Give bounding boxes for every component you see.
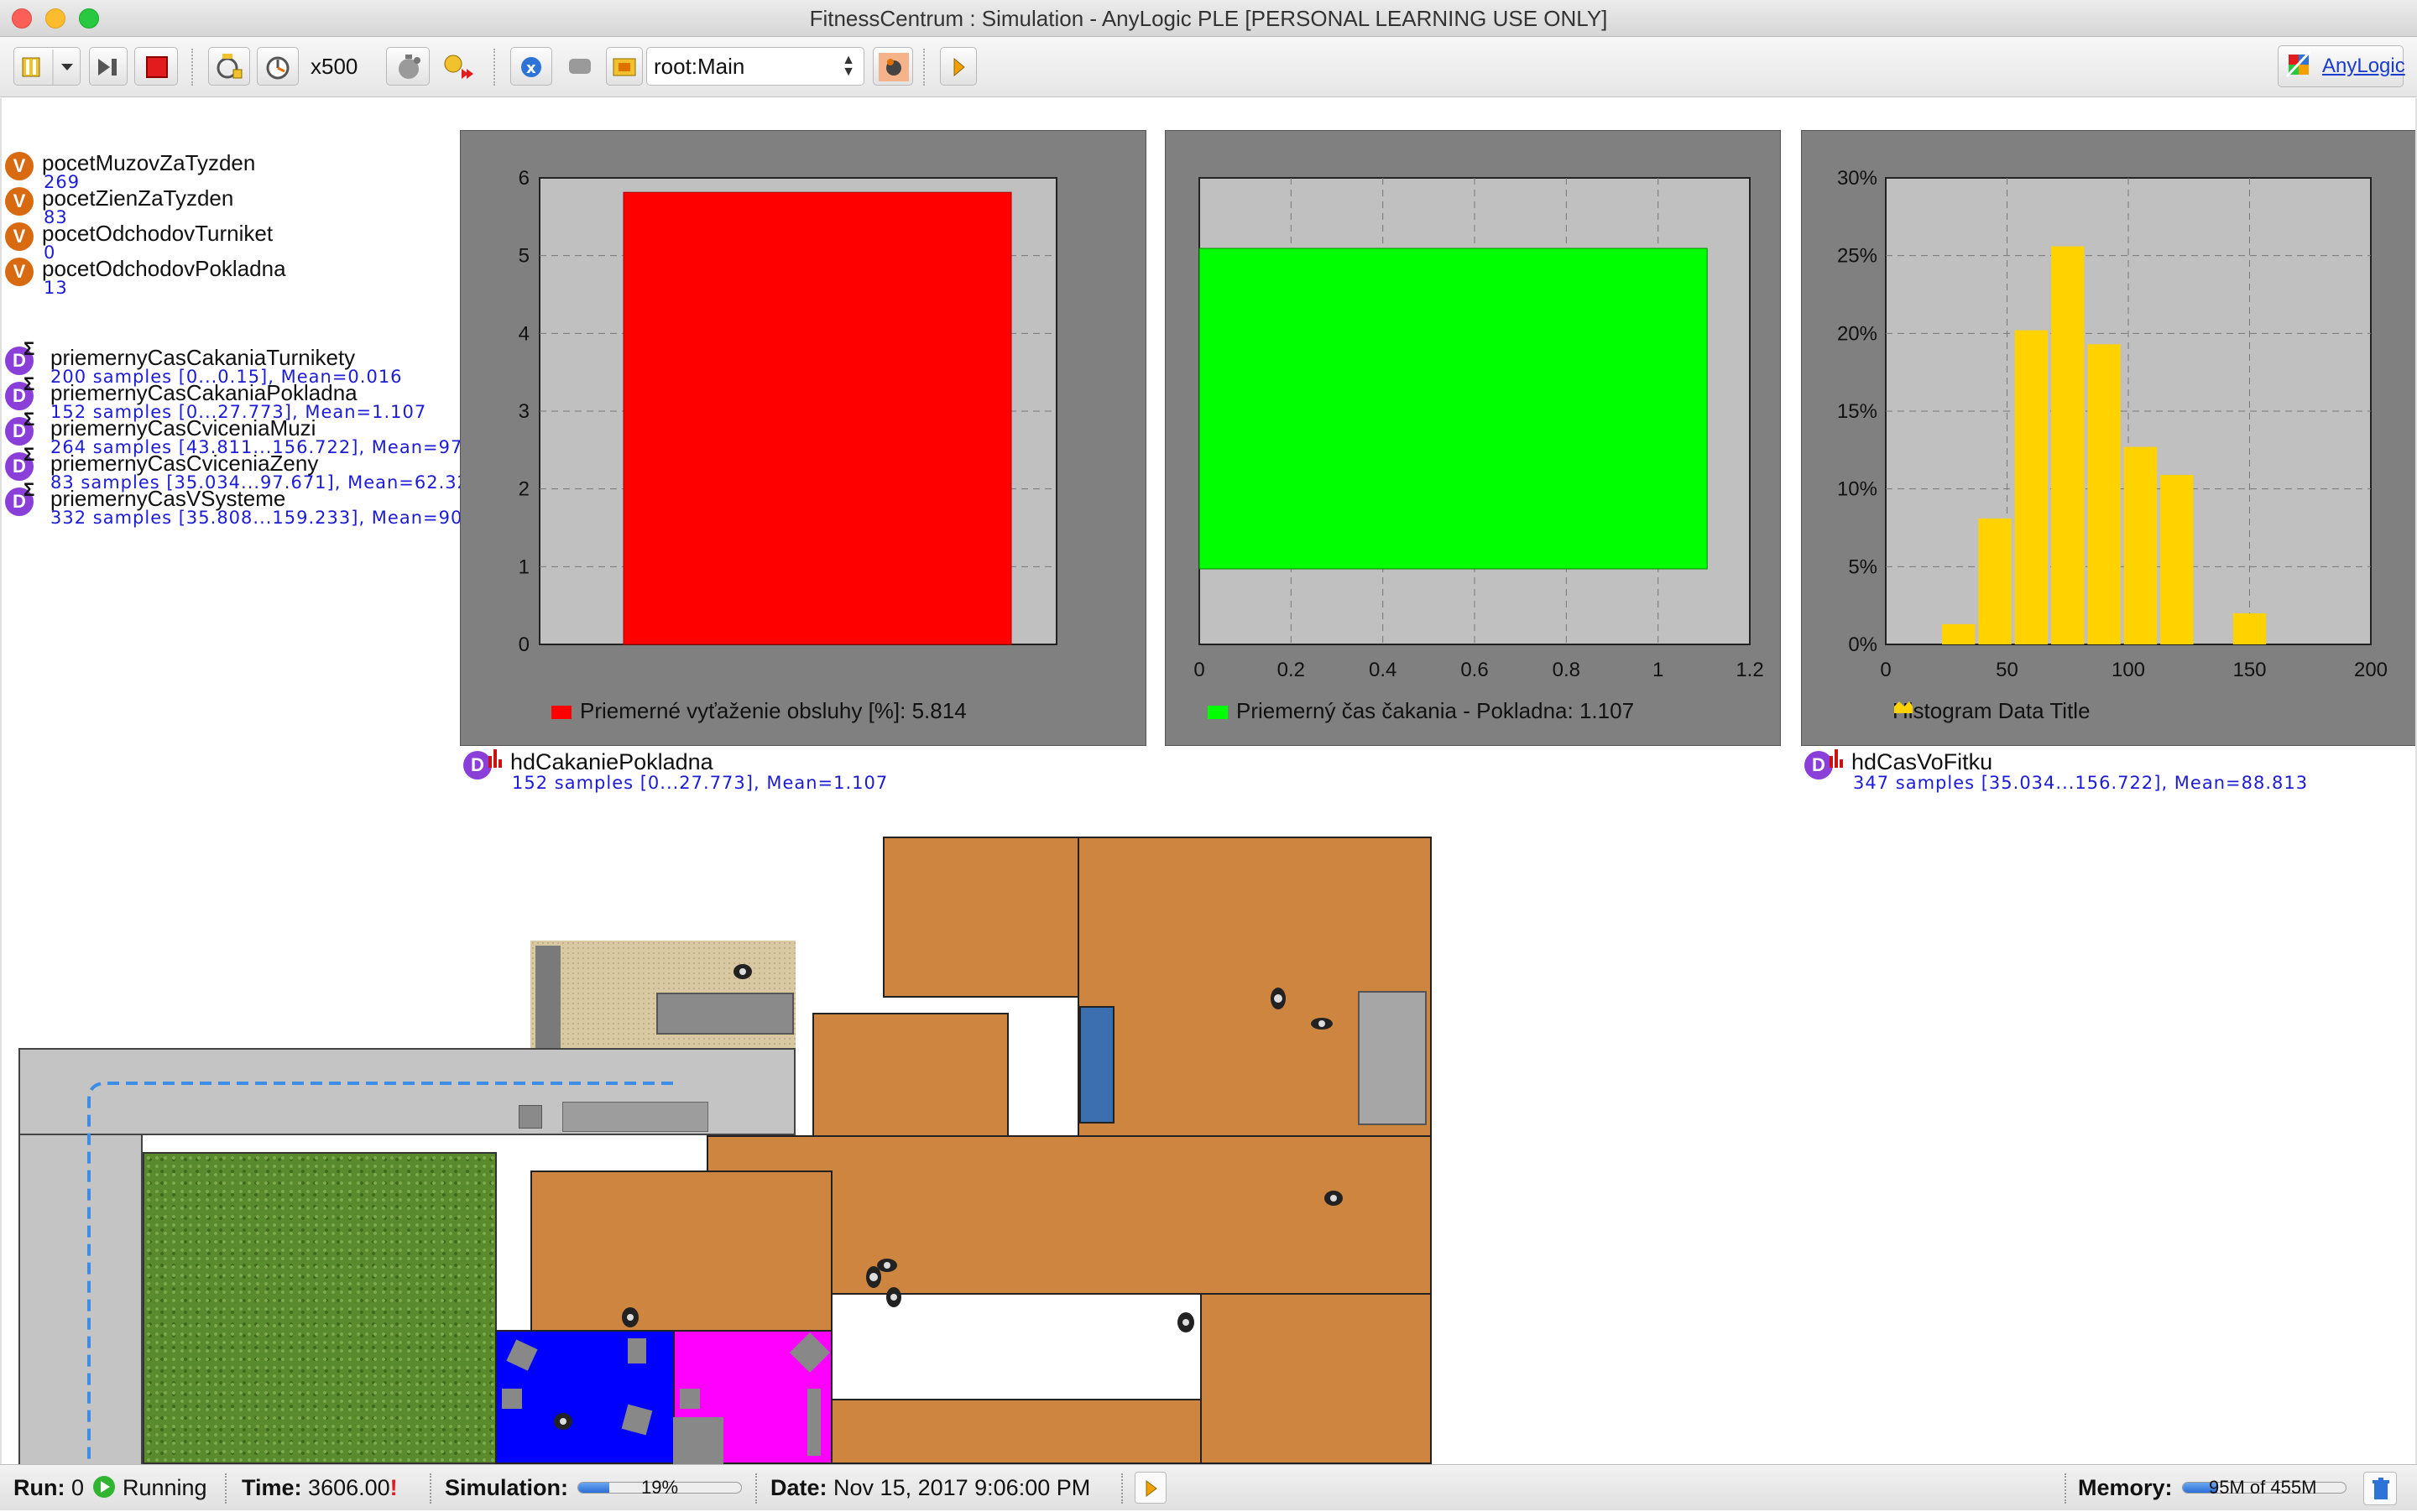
- memory-label: Memory:: [2078, 1475, 2173, 1501]
- stop-icon: [146, 56, 168, 78]
- run-label: Run:: [13, 1475, 65, 1500]
- memory-label-text: Memory:: [2078, 1475, 2173, 1500]
- toolbar-separator: [191, 49, 193, 86]
- room-wood: [883, 837, 1081, 998]
- step-button[interactable]: [89, 47, 128, 86]
- run-until-icon: [444, 55, 473, 79]
- garbage-collect-button[interactable]: [2363, 1472, 2397, 1505]
- room-wood: [1200, 1293, 1432, 1464]
- window-title: FitnessCentrum : Simulation - AnyLogic P…: [809, 6, 1608, 31]
- pause-button[interactable]: [13, 47, 81, 86]
- faster-button[interactable]: [257, 47, 299, 86]
- agent-selector-value: root:Main: [654, 54, 745, 79]
- stop-button[interactable]: [134, 47, 178, 86]
- slow-down-icon: [217, 54, 243, 79]
- memory-value: 95M of 455M: [2209, 1477, 2317, 1498]
- date-label: Date:: [770, 1475, 827, 1500]
- person-figure: [733, 964, 752, 979]
- model-canvas[interactable]: V pocetMuzovZaTyzden 269 V pocetZienZaTy…: [0, 98, 2417, 1464]
- anylogic-link-button[interactable]: AnyLogic: [2278, 45, 2405, 87]
- play-panel-icon: [1146, 1480, 1157, 1497]
- status-separator: [2065, 1473, 2066, 1504]
- person-figure: [1271, 988, 1286, 1009]
- simulation-label: Simulation:: [445, 1475, 568, 1501]
- speed-up-icon: [266, 56, 290, 80]
- experiment-button[interactable]: [561, 47, 599, 86]
- running-icon: [93, 1476, 115, 1498]
- gym-equipment: [807, 1389, 821, 1456]
- developer-panel-button[interactable]: [940, 47, 977, 86]
- toolbar-separator: [923, 49, 925, 86]
- simulation-progress-fill: [578, 1483, 609, 1493]
- status-separator: [1121, 1473, 1123, 1504]
- person-figure: [1177, 1312, 1194, 1332]
- equipment-rack: [1358, 991, 1427, 1125]
- trash-icon: [2373, 1478, 2389, 1499]
- model-date: Date: Nov 15, 2017 9:06:00 PM: [770, 1475, 1090, 1501]
- status-separator: [225, 1473, 227, 1504]
- anylogic-link-label: AnyLogic: [2322, 55, 2405, 77]
- navigate-to-agent-button[interactable]: [873, 47, 913, 86]
- step-forward-icon: [98, 59, 117, 76]
- run-state: Running: [123, 1475, 207, 1500]
- person-figure: [622, 1307, 639, 1327]
- person-figure: [554, 1413, 572, 1430]
- status-bar: Run: 0 Running Time: 3606.00! Simulation…: [0, 1464, 2417, 1510]
- stopwatch-icon: [399, 55, 420, 79]
- date-value: Nov 15, 2017 9:06:00 PM: [833, 1475, 1091, 1500]
- svg-text:x: x: [526, 60, 536, 77]
- anylogic-logo-icon: [2285, 50, 2312, 78]
- status-separator: [755, 1473, 757, 1504]
- play-panel-icon: [953, 57, 965, 77]
- anylogic-window: FitnessCentrum : Simulation - AnyLogic P…: [0, 0, 2417, 1510]
- title-bar: FitnessCentrum : Simulation - AnyLogic P…: [0, 0, 2417, 37]
- person-figure: [886, 1287, 901, 1307]
- simulation-label-text: Simulation:: [445, 1475, 568, 1500]
- speed-indicator: x500: [311, 54, 358, 79]
- gym-equipment: [680, 1389, 700, 1409]
- person-figure: [1311, 1018, 1333, 1030]
- floor-grass-area: [143, 1152, 497, 1464]
- run-counter: Run: 0: [13, 1475, 84, 1501]
- person-figure: [1324, 1191, 1343, 1206]
- run-value: 0: [71, 1475, 85, 1500]
- model-button[interactable]: [606, 47, 643, 86]
- gym-equipment: [673, 1417, 723, 1464]
- simulation-percent: 19%: [641, 1477, 679, 1498]
- navigate-button[interactable]: x: [510, 47, 552, 86]
- gym-equipment: [502, 1389, 522, 1409]
- time-value: 3606.00: [308, 1475, 390, 1500]
- navigate-icon: x: [521, 57, 541, 77]
- pause-icon: [22, 50, 73, 85]
- slower-button[interactable]: [208, 47, 250, 86]
- room-wood: [831, 1399, 1202, 1464]
- toolbar-separator: [493, 49, 495, 86]
- warning-icon: !: [389, 1475, 398, 1500]
- treadmill: [1079, 1006, 1115, 1124]
- room-wood: [812, 1013, 1009, 1137]
- time-label: Time:: [242, 1475, 302, 1500]
- status-separator: [430, 1473, 431, 1504]
- folder-icon: [613, 58, 636, 76]
- agent-target-icon: [879, 53, 909, 81]
- floor-plan: [2, 98, 2415, 1464]
- gym-equipment: [628, 1338, 646, 1363]
- real-time-mode-button[interactable]: [386, 47, 430, 86]
- run-until-button[interactable]: [440, 47, 478, 86]
- model-time: Time: 3606.00!: [242, 1475, 398, 1501]
- toolbar: x500 x root:Main ▲ ▼ AnyLogic: [0, 37, 2417, 97]
- agent-selector[interactable]: root:Main ▲ ▼: [646, 47, 864, 86]
- camera-icon: [569, 59, 591, 74]
- developer-panel-toggle[interactable]: [1135, 1472, 1167, 1504]
- updown-chevron-icon: ▲ ▼: [842, 53, 855, 79]
- person-figure: [877, 1259, 897, 1272]
